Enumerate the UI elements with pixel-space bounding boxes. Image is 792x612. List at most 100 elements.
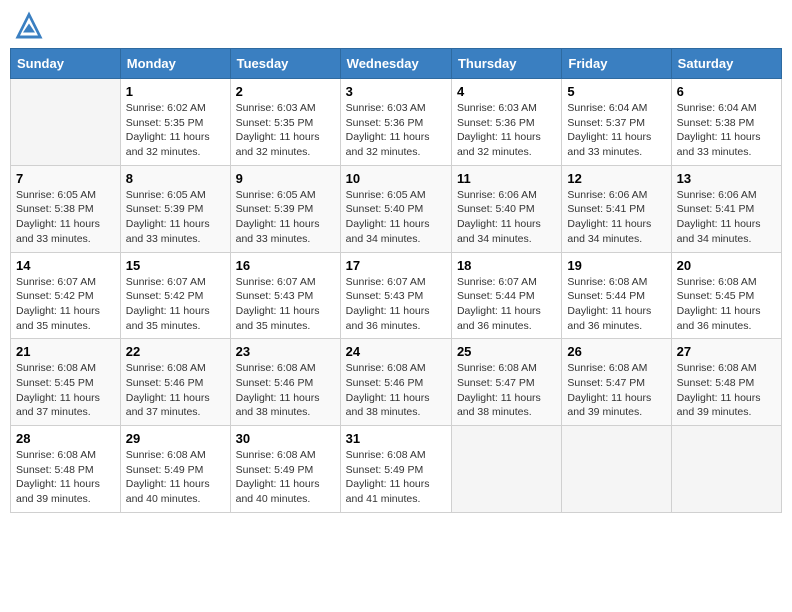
- day-header-monday: Monday: [120, 49, 230, 79]
- calendar-cell: 14 Sunrise: 6:07 AMSunset: 5:42 PMDaylig…: [11, 252, 121, 339]
- calendar-cell: 25 Sunrise: 6:08 AMSunset: 5:47 PMDaylig…: [451, 339, 561, 426]
- day-info: Sunrise: 6:05 AMSunset: 5:40 PMDaylight:…: [346, 188, 446, 247]
- calendar-week-1: 1 Sunrise: 6:02 AMSunset: 5:35 PMDayligh…: [11, 79, 782, 166]
- day-info: Sunrise: 6:08 AMSunset: 5:46 PMDaylight:…: [126, 361, 225, 420]
- day-number: 13: [677, 171, 776, 186]
- day-info: Sunrise: 6:03 AMSunset: 5:36 PMDaylight:…: [346, 101, 446, 160]
- day-number: 14: [16, 258, 115, 273]
- calendar-week-2: 7 Sunrise: 6:05 AMSunset: 5:38 PMDayligh…: [11, 165, 782, 252]
- calendar-cell: 15 Sunrise: 6:07 AMSunset: 5:42 PMDaylig…: [120, 252, 230, 339]
- day-number: 4: [457, 84, 556, 99]
- day-info: Sunrise: 6:05 AMSunset: 5:39 PMDaylight:…: [236, 188, 335, 247]
- day-info: Sunrise: 6:08 AMSunset: 5:48 PMDaylight:…: [677, 361, 776, 420]
- day-number: 25: [457, 344, 556, 359]
- calendar-cell: 28 Sunrise: 6:08 AMSunset: 5:48 PMDaylig…: [11, 426, 121, 513]
- day-number: 23: [236, 344, 335, 359]
- calendar-cell: 24 Sunrise: 6:08 AMSunset: 5:46 PMDaylig…: [340, 339, 451, 426]
- day-info: Sunrise: 6:08 AMSunset: 5:47 PMDaylight:…: [567, 361, 665, 420]
- day-number: 30: [236, 431, 335, 446]
- day-number: 21: [16, 344, 115, 359]
- day-info: Sunrise: 6:06 AMSunset: 5:41 PMDaylight:…: [677, 188, 776, 247]
- calendar-cell: [562, 426, 671, 513]
- day-number: 1: [126, 84, 225, 99]
- calendar-cell: 8 Sunrise: 6:05 AMSunset: 5:39 PMDayligh…: [120, 165, 230, 252]
- calendar-week-3: 14 Sunrise: 6:07 AMSunset: 5:42 PMDaylig…: [11, 252, 782, 339]
- day-info: Sunrise: 6:04 AMSunset: 5:37 PMDaylight:…: [567, 101, 665, 160]
- logo: [14, 10, 48, 40]
- calendar-cell: 1 Sunrise: 6:02 AMSunset: 5:35 PMDayligh…: [120, 79, 230, 166]
- day-number: 6: [677, 84, 776, 99]
- day-info: Sunrise: 6:08 AMSunset: 5:48 PMDaylight:…: [16, 448, 115, 507]
- day-info: Sunrise: 6:08 AMSunset: 5:49 PMDaylight:…: [126, 448, 225, 507]
- day-info: Sunrise: 6:08 AMSunset: 5:45 PMDaylight:…: [16, 361, 115, 420]
- day-number: 12: [567, 171, 665, 186]
- calendar-cell: 20 Sunrise: 6:08 AMSunset: 5:45 PMDaylig…: [671, 252, 781, 339]
- day-info: Sunrise: 6:06 AMSunset: 5:40 PMDaylight:…: [457, 188, 556, 247]
- calendar-cell: 29 Sunrise: 6:08 AMSunset: 5:49 PMDaylig…: [120, 426, 230, 513]
- calendar-cell: 19 Sunrise: 6:08 AMSunset: 5:44 PMDaylig…: [562, 252, 671, 339]
- calendar-cell: 26 Sunrise: 6:08 AMSunset: 5:47 PMDaylig…: [562, 339, 671, 426]
- day-number: 2: [236, 84, 335, 99]
- day-header-saturday: Saturday: [671, 49, 781, 79]
- day-info: Sunrise: 6:08 AMSunset: 5:44 PMDaylight:…: [567, 275, 665, 334]
- day-info: Sunrise: 6:08 AMSunset: 5:46 PMDaylight:…: [236, 361, 335, 420]
- calendar-cell: 6 Sunrise: 6:04 AMSunset: 5:38 PMDayligh…: [671, 79, 781, 166]
- day-number: 24: [346, 344, 446, 359]
- calendar-cell: [451, 426, 561, 513]
- calendar-cell: 7 Sunrise: 6:05 AMSunset: 5:38 PMDayligh…: [11, 165, 121, 252]
- calendar-table: SundayMondayTuesdayWednesdayThursdayFrid…: [10, 48, 782, 513]
- day-info: Sunrise: 6:08 AMSunset: 5:45 PMDaylight:…: [677, 275, 776, 334]
- calendar-week-5: 28 Sunrise: 6:08 AMSunset: 5:48 PMDaylig…: [11, 426, 782, 513]
- day-info: Sunrise: 6:03 AMSunset: 5:35 PMDaylight:…: [236, 101, 335, 160]
- day-info: Sunrise: 6:08 AMSunset: 5:46 PMDaylight:…: [346, 361, 446, 420]
- calendar-cell: 27 Sunrise: 6:08 AMSunset: 5:48 PMDaylig…: [671, 339, 781, 426]
- calendar-cell: 22 Sunrise: 6:08 AMSunset: 5:46 PMDaylig…: [120, 339, 230, 426]
- day-info: Sunrise: 6:07 AMSunset: 5:42 PMDaylight:…: [126, 275, 225, 334]
- day-number: 9: [236, 171, 335, 186]
- day-info: Sunrise: 6:02 AMSunset: 5:35 PMDaylight:…: [126, 101, 225, 160]
- day-info: Sunrise: 6:06 AMSunset: 5:41 PMDaylight:…: [567, 188, 665, 247]
- day-info: Sunrise: 6:03 AMSunset: 5:36 PMDaylight:…: [457, 101, 556, 160]
- calendar-cell: 5 Sunrise: 6:04 AMSunset: 5:37 PMDayligh…: [562, 79, 671, 166]
- day-number: 11: [457, 171, 556, 186]
- calendar-cell: 31 Sunrise: 6:08 AMSunset: 5:49 PMDaylig…: [340, 426, 451, 513]
- calendar-cell: 30 Sunrise: 6:08 AMSunset: 5:49 PMDaylig…: [230, 426, 340, 513]
- day-number: 15: [126, 258, 225, 273]
- day-header-tuesday: Tuesday: [230, 49, 340, 79]
- day-number: 28: [16, 431, 115, 446]
- day-header-sunday: Sunday: [11, 49, 121, 79]
- day-info: Sunrise: 6:07 AMSunset: 5:43 PMDaylight:…: [236, 275, 335, 334]
- calendar-cell: [671, 426, 781, 513]
- calendar-cell: 16 Sunrise: 6:07 AMSunset: 5:43 PMDaylig…: [230, 252, 340, 339]
- day-info: Sunrise: 6:07 AMSunset: 5:42 PMDaylight:…: [16, 275, 115, 334]
- day-number: 3: [346, 84, 446, 99]
- calendar-cell: 4 Sunrise: 6:03 AMSunset: 5:36 PMDayligh…: [451, 79, 561, 166]
- day-info: Sunrise: 6:05 AMSunset: 5:39 PMDaylight:…: [126, 188, 225, 247]
- day-number: 19: [567, 258, 665, 273]
- calendar-cell: 18 Sunrise: 6:07 AMSunset: 5:44 PMDaylig…: [451, 252, 561, 339]
- day-header-thursday: Thursday: [451, 49, 561, 79]
- day-info: Sunrise: 6:04 AMSunset: 5:38 PMDaylight:…: [677, 101, 776, 160]
- day-number: 26: [567, 344, 665, 359]
- calendar-cell: 11 Sunrise: 6:06 AMSunset: 5:40 PMDaylig…: [451, 165, 561, 252]
- calendar-cell: 2 Sunrise: 6:03 AMSunset: 5:35 PMDayligh…: [230, 79, 340, 166]
- calendar-cell: 9 Sunrise: 6:05 AMSunset: 5:39 PMDayligh…: [230, 165, 340, 252]
- day-header-friday: Friday: [562, 49, 671, 79]
- day-number: 27: [677, 344, 776, 359]
- day-header-wednesday: Wednesday: [340, 49, 451, 79]
- day-info: Sunrise: 6:07 AMSunset: 5:44 PMDaylight:…: [457, 275, 556, 334]
- day-number: 7: [16, 171, 115, 186]
- calendar-cell: 13 Sunrise: 6:06 AMSunset: 5:41 PMDaylig…: [671, 165, 781, 252]
- calendar-cell: 12 Sunrise: 6:06 AMSunset: 5:41 PMDaylig…: [562, 165, 671, 252]
- calendar-week-4: 21 Sunrise: 6:08 AMSunset: 5:45 PMDaylig…: [11, 339, 782, 426]
- day-number: 20: [677, 258, 776, 273]
- day-info: Sunrise: 6:08 AMSunset: 5:47 PMDaylight:…: [457, 361, 556, 420]
- day-number: 18: [457, 258, 556, 273]
- calendar-cell: [11, 79, 121, 166]
- calendar-cell: 21 Sunrise: 6:08 AMSunset: 5:45 PMDaylig…: [11, 339, 121, 426]
- calendar-cell: 3 Sunrise: 6:03 AMSunset: 5:36 PMDayligh…: [340, 79, 451, 166]
- day-number: 22: [126, 344, 225, 359]
- day-number: 16: [236, 258, 335, 273]
- day-info: Sunrise: 6:07 AMSunset: 5:43 PMDaylight:…: [346, 275, 446, 334]
- day-info: Sunrise: 6:05 AMSunset: 5:38 PMDaylight:…: [16, 188, 115, 247]
